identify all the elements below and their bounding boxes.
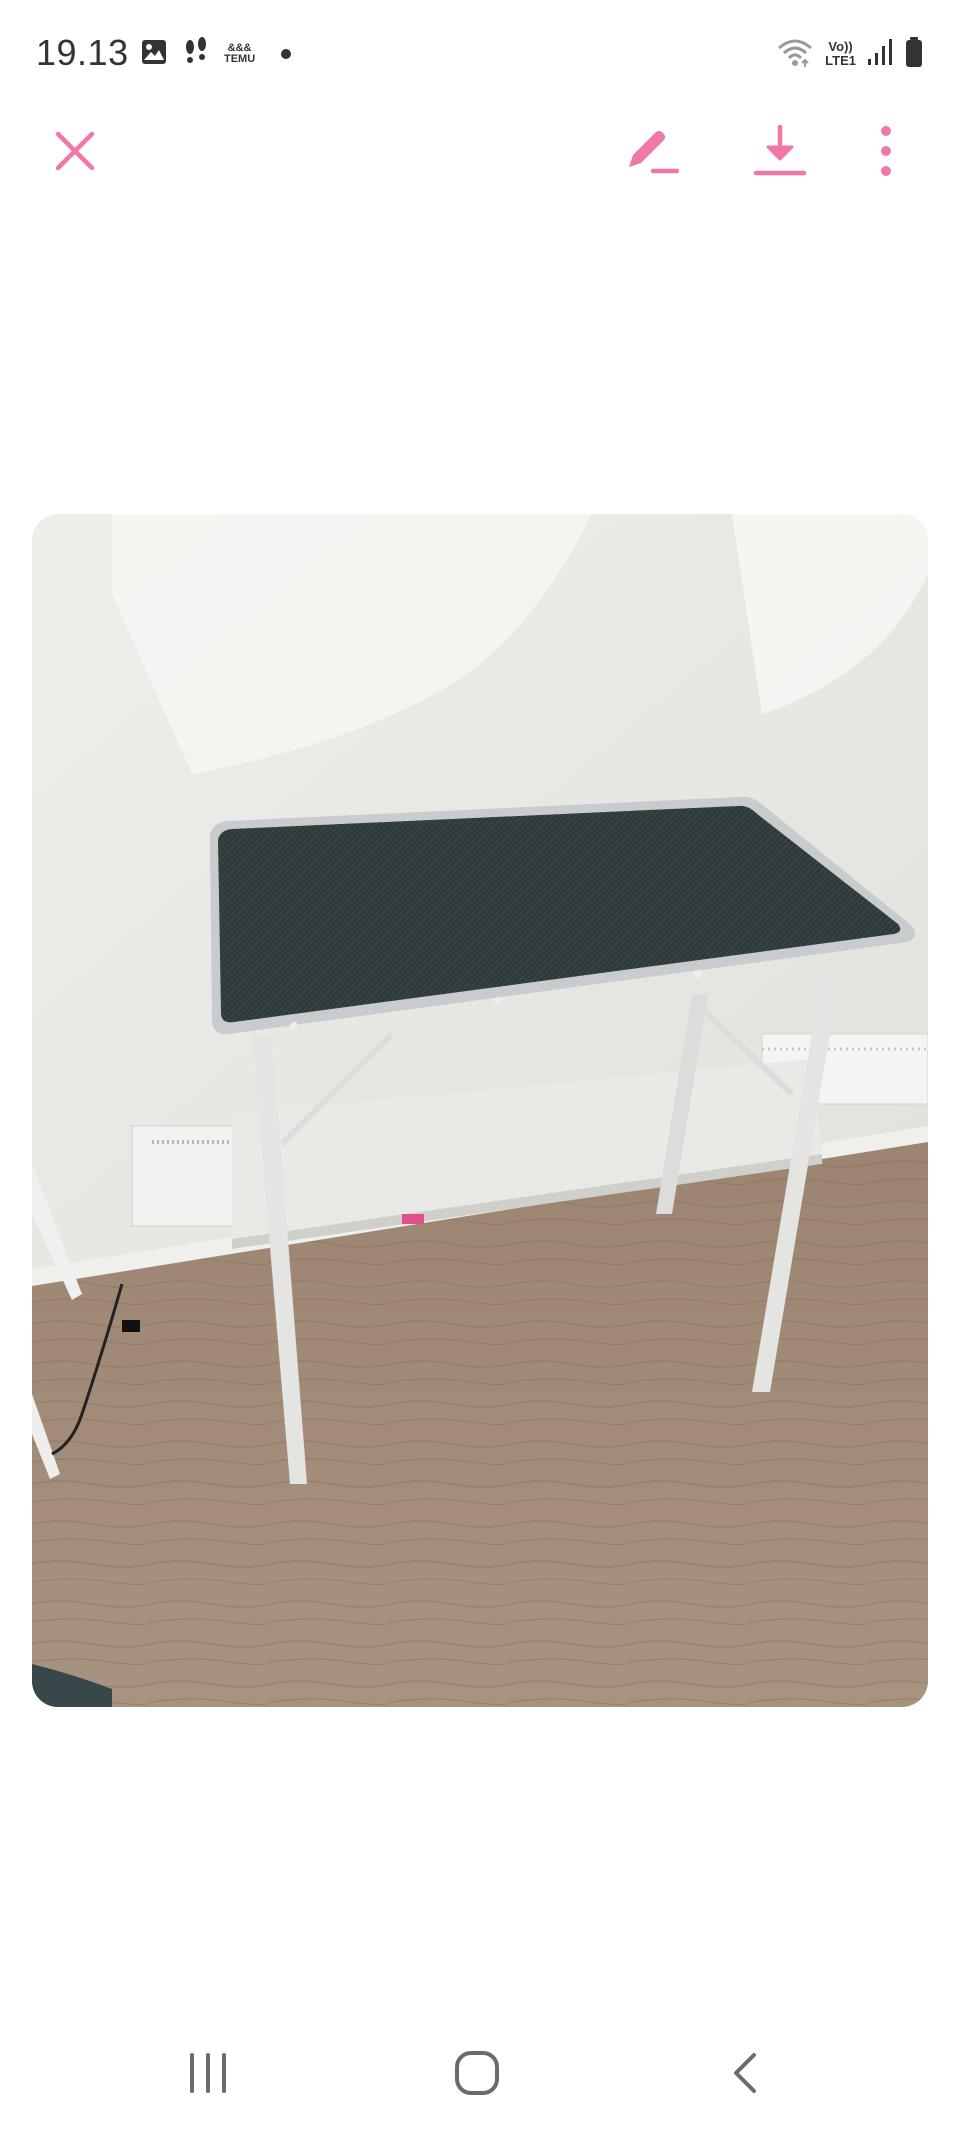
close-icon [53,129,97,178]
battery-icon [904,36,924,73]
home-icon [453,2049,501,2102]
back-button[interactable] [695,2035,795,2115]
recent-apps-icon [186,2052,230,2098]
temu-label: TEMU [224,53,256,65]
volte-icon: Vo)) LTE1 [825,40,856,68]
wifi-icon [775,36,815,73]
volte-label: Vo)) [828,39,853,54]
notification-dot-icon [281,49,292,59]
status-right-icons: Vo)) LTE1 [775,34,924,74]
status-left-icons: &&& TEMU [140,36,292,73]
more-vertical-icon [878,125,894,182]
download-button[interactable] [740,113,820,193]
close-button[interactable] [35,113,115,193]
footsteps-icon [182,36,210,73]
lte-label: LTE1 [825,53,856,68]
download-icon [752,123,808,184]
back-icon [730,2051,760,2100]
signal-icon [866,37,894,72]
gallery-icon [140,38,168,71]
photo-image[interactable] [32,514,928,1707]
pencil-icon [623,125,680,182]
temu-icon: &&& TEMU [224,43,255,65]
more-options-button[interactable] [846,113,926,193]
status-bar: 19.13 &&& TEMU Vo)) LTE1 [0,0,960,108]
home-button[interactable] [427,2035,527,2115]
edit-button[interactable] [611,113,691,193]
recent-apps-button[interactable] [158,2035,258,2115]
status-time: 19.13 [36,32,129,73]
